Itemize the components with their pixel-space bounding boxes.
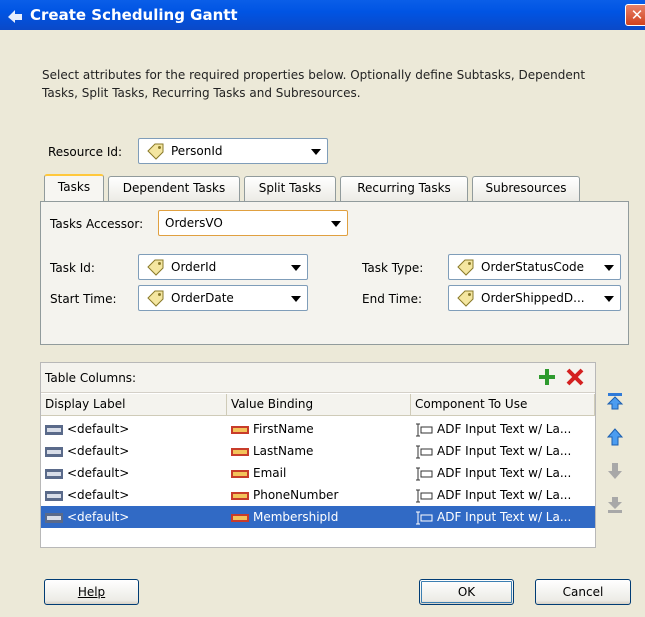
chevron-down-icon bbox=[291, 296, 301, 302]
row-component: ADF Input Text w/ La... bbox=[437, 422, 572, 436]
row-value-binding: Email bbox=[253, 466, 287, 480]
help-button[interactable]: Help bbox=[44, 579, 139, 605]
table-columns-title: Table Columns: bbox=[45, 371, 137, 385]
title-bar: Create Scheduling Gantt ✕ bbox=[0, 0, 645, 30]
chevron-down-icon bbox=[311, 149, 321, 155]
task-type-label: Task Type: bbox=[362, 261, 424, 275]
row-display-label: <default> bbox=[67, 488, 130, 502]
end-time-label: End Time: bbox=[362, 292, 423, 306]
row-value-binding: PhoneNumber bbox=[253, 488, 339, 502]
close-button[interactable]: ✕ bbox=[625, 4, 645, 26]
binding-icon bbox=[231, 491, 249, 500]
input-text-icon bbox=[416, 423, 433, 436]
attribute-tag-icon bbox=[457, 290, 474, 307]
ok-button[interactable]: OK bbox=[419, 579, 514, 605]
binding-icon bbox=[231, 447, 249, 456]
table-row-selected[interactable]: <default> MembershipId ADF Input Text w/… bbox=[41, 506, 595, 528]
move-to-bottom-icon[interactable] bbox=[606, 496, 624, 514]
table-row[interactable]: <default> PhoneNumber ADF Input Text w/ … bbox=[41, 484, 595, 506]
attribute-tag-icon bbox=[457, 259, 474, 276]
attribute-tag-icon bbox=[147, 143, 164, 160]
row-component: ADF Input Text w/ La... bbox=[437, 510, 572, 524]
task-id-dropdown[interactable]: OrderId bbox=[138, 254, 308, 280]
row-display-label: <default> bbox=[67, 422, 130, 436]
end-time-dropdown[interactable]: OrderShippedD... bbox=[448, 285, 621, 311]
add-icon[interactable] bbox=[537, 367, 557, 387]
row-component: ADF Input Text w/ La... bbox=[437, 488, 572, 502]
tab-dependent-tasks[interactable]: Dependent Tasks bbox=[108, 176, 240, 201]
input-text-icon bbox=[416, 511, 433, 524]
row-component: ADF Input Text w/ La... bbox=[437, 444, 572, 458]
table-toolbar: Table Columns: bbox=[41, 363, 595, 393]
row-display-label: <default> bbox=[67, 466, 130, 480]
start-time-dropdown[interactable]: OrderDate bbox=[138, 285, 308, 311]
tasks-accessor-label: Tasks Accessor: bbox=[50, 217, 144, 231]
text-label-icon bbox=[45, 424, 63, 435]
column-header-component[interactable]: Component To Use bbox=[411, 394, 595, 416]
instructions-text: Select attributes for the required prope… bbox=[42, 68, 586, 100]
resource-id-dropdown[interactable]: PersonId bbox=[138, 138, 328, 164]
binding-icon bbox=[231, 469, 249, 478]
task-id-value: OrderId bbox=[171, 260, 217, 274]
input-text-icon bbox=[416, 467, 433, 480]
chevron-down-icon bbox=[604, 296, 614, 302]
input-text-icon bbox=[416, 489, 433, 502]
binding-icon bbox=[231, 513, 249, 522]
chevron-down-icon bbox=[604, 265, 614, 271]
gantt-icon bbox=[8, 10, 22, 23]
row-value-binding: FirstName bbox=[253, 422, 314, 436]
column-header-value-binding[interactable]: Value Binding bbox=[227, 394, 411, 416]
end-time-value: OrderShippedD... bbox=[481, 291, 585, 305]
row-display-label: <default> bbox=[67, 444, 130, 458]
row-value-binding: LastName bbox=[253, 444, 314, 458]
resource-id-label: Resource Id: bbox=[48, 145, 123, 159]
table-columns-panel: Table Columns: Display Label Value Bindi… bbox=[40, 362, 596, 548]
tab-recurring-tasks[interactable]: Recurring Tasks bbox=[340, 176, 468, 201]
text-label-icon bbox=[45, 512, 63, 523]
move-up-icon[interactable] bbox=[606, 428, 624, 446]
text-label-icon bbox=[45, 468, 63, 479]
table-row[interactable]: <default> LastName ADF Input Text w/ La.… bbox=[41, 440, 595, 462]
column-header-display-label[interactable]: Display Label bbox=[41, 394, 227, 416]
tab-subresources[interactable]: Subresources bbox=[472, 176, 580, 201]
dialog-title: Create Scheduling Gantt bbox=[30, 6, 238, 24]
table-row[interactable]: <default> Email ADF Input Text w/ La... bbox=[41, 462, 595, 484]
delete-icon[interactable] bbox=[565, 367, 585, 387]
row-value-binding: MembershipId bbox=[253, 510, 339, 524]
resource-id-value: PersonId bbox=[171, 144, 223, 158]
text-label-icon bbox=[45, 446, 63, 457]
attribute-tag-icon bbox=[147, 290, 164, 307]
row-component: ADF Input Text w/ La... bbox=[437, 466, 572, 480]
move-down-icon[interactable] bbox=[606, 462, 624, 480]
move-to-top-icon[interactable] bbox=[606, 392, 624, 410]
tab-tasks[interactable]: Tasks bbox=[44, 174, 104, 201]
cancel-button[interactable]: Cancel bbox=[535, 579, 631, 605]
start-time-label: Start Time: bbox=[50, 292, 117, 306]
tab-split-tasks[interactable]: Split Tasks bbox=[244, 176, 336, 201]
tasks-accessor-value: OrdersVO bbox=[165, 216, 223, 230]
row-display-label: <default> bbox=[67, 510, 130, 524]
chevron-down-icon bbox=[291, 265, 301, 271]
text-label-icon bbox=[45, 490, 63, 501]
chevron-down-icon bbox=[331, 221, 341, 227]
table-row[interactable]: <default> FirstName ADF Input Text w/ La… bbox=[41, 418, 595, 440]
task-type-value: OrderStatusCode bbox=[481, 260, 585, 274]
start-time-value: OrderDate bbox=[171, 291, 234, 305]
binding-icon bbox=[231, 425, 249, 434]
task-type-dropdown[interactable]: OrderStatusCode bbox=[448, 254, 621, 280]
attribute-tag-icon bbox=[147, 259, 164, 276]
close-icon: ✕ bbox=[630, 6, 644, 24]
tasks-accessor-dropdown[interactable]: OrdersVO bbox=[158, 210, 348, 236]
input-text-icon bbox=[416, 445, 433, 458]
task-id-label: Task Id: bbox=[50, 261, 95, 275]
